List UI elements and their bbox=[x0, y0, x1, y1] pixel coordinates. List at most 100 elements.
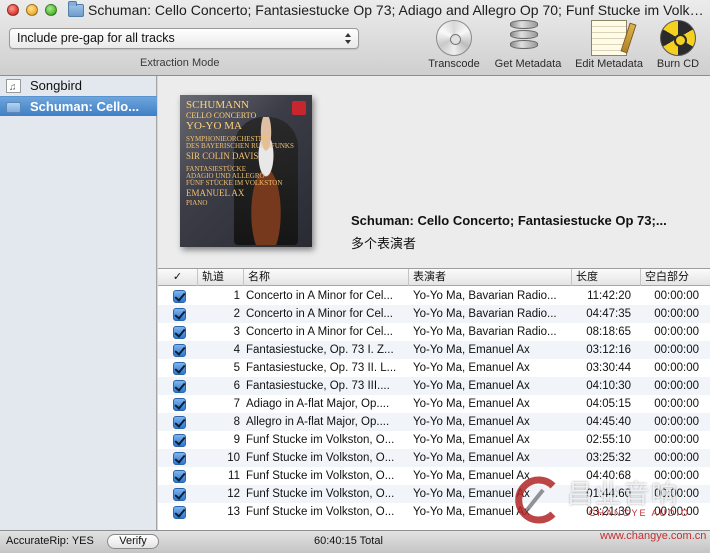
column-header-artist[interactable]: 表演者 bbox=[409, 269, 572, 286]
table-row[interactable]: 5 Fantasiestucke, Op. 73 II. L... Yo-Yo Ma… bbox=[158, 359, 710, 377]
track-pregap: 00:00:00 bbox=[654, 362, 699, 374]
track-checkbox[interactable] bbox=[173, 416, 186, 429]
track-checkbox[interactable] bbox=[173, 326, 186, 339]
sony-logo bbox=[292, 101, 306, 115]
table-row[interactable]: 2 Concerto in A Minor for Cel... Yo-Yo Ma,… bbox=[158, 305, 710, 323]
album-artist: 多个表演者 bbox=[351, 236, 417, 251]
track-length: 04:47:35 bbox=[586, 308, 631, 320]
track-artist: Yo-Yo Ma, Emanuel Ax bbox=[413, 362, 530, 374]
track-checkbox[interactable] bbox=[173, 398, 186, 411]
folder-icon bbox=[6, 102, 21, 113]
track-name: Funf Stucke im Volkston, O... bbox=[246, 470, 395, 482]
track-checkbox[interactable] bbox=[173, 488, 186, 501]
track-checkbox[interactable] bbox=[173, 290, 186, 303]
track-number: 1 bbox=[233, 290, 240, 302]
column-header-pregap[interactable]: 空白部分 bbox=[641, 269, 710, 286]
track-table: ✓ 轨道 名称 表演者 长度 空白部分 1 Concerto in A Minor… bbox=[158, 268, 710, 530]
minimize-window-button[interactable] bbox=[26, 4, 38, 16]
album-cover: SCHUMANN CELLO CONCERTO YO-YO MA SYMPHON… bbox=[180, 95, 312, 247]
track-number: 7 bbox=[233, 398, 240, 410]
sidebar: Songbird Schuman: Cello... bbox=[0, 76, 157, 530]
track-name: Concerto in A Minor for Cel... bbox=[246, 290, 394, 302]
app-window: Schuman: Cello Concerto; Fantasiestucke … bbox=[0, 0, 710, 553]
track-check-cell bbox=[158, 341, 198, 359]
table-row[interactable]: 8 Allegro in A-flat Major, Op.... Yo-Yo Ma… bbox=[158, 413, 710, 431]
track-pregap: 00:00:00 bbox=[654, 290, 699, 302]
table-row[interactable]: 10 Funf Stucke im Volkston, O... Yo-Yo Ma,… bbox=[158, 449, 710, 467]
table-row[interactable]: 9 Funf Stucke im Volkston, O... Yo-Yo Ma, … bbox=[158, 431, 710, 449]
track-checkbox[interactable] bbox=[173, 452, 186, 465]
table-row[interactable]: 12 Funf Stucke im Volkston, O... Yo-Yo Ma,… bbox=[158, 485, 710, 503]
title-toolbar: Schuman: Cello Concerto; Fantasiestucke … bbox=[0, 0, 710, 76]
column-header-length[interactable]: 长度 bbox=[572, 269, 641, 286]
table-row[interactable]: 1 Concerto in A Minor for Cel... Yo-Yo Ma,… bbox=[158, 287, 710, 305]
zoom-window-button[interactable] bbox=[45, 4, 57, 16]
track-checkbox[interactable] bbox=[173, 434, 186, 447]
track-number: 12 bbox=[227, 488, 240, 500]
window-title: Schuman: Cello Concerto; Fantasiestucke … bbox=[88, 2, 704, 18]
track-artist: Yo-Yo Ma, Emanuel Ax bbox=[413, 488, 530, 500]
table-row[interactable]: 13 Funf Stucke im Volkston, O... Yo-Yo Ma,… bbox=[158, 503, 710, 521]
popup-arrows-icon bbox=[345, 32, 352, 45]
track-name: Funf Stucke im Volkston, O... bbox=[246, 506, 395, 518]
track-number: 6 bbox=[233, 380, 240, 392]
close-window-button[interactable] bbox=[7, 4, 19, 16]
get-metadata-button[interactable]: Get Metadata bbox=[490, 20, 566, 70]
extraction-mode-select[interactable]: Include pre-gap for all tracks bbox=[9, 28, 359, 49]
track-number: 13 bbox=[227, 506, 240, 518]
sidebar-item-songbird[interactable]: Songbird bbox=[0, 76, 157, 96]
radiation-icon bbox=[660, 20, 696, 56]
track-checkbox[interactable] bbox=[173, 506, 186, 519]
extraction-mode-label: Extraction Mode bbox=[140, 57, 220, 69]
track-name: Concerto in A Minor for Cel... bbox=[246, 308, 394, 320]
sidebar-item-album[interactable]: Schuman: Cello... bbox=[0, 96, 157, 116]
table-row[interactable]: 7 Adiago in A-flat Major, Op.... Yo-Yo Ma,… bbox=[158, 395, 710, 413]
track-artist: Yo-Yo Ma, Emanuel Ax bbox=[413, 416, 530, 428]
track-name: Funf Stucke im Volkston, O... bbox=[246, 452, 395, 464]
track-artist: Yo-Yo Ma, Emanuel Ax bbox=[413, 434, 530, 446]
transcode-button[interactable]: Transcode bbox=[423, 20, 485, 70]
verify-button[interactable]: Verify bbox=[107, 534, 159, 549]
track-length: 04:40:68 bbox=[586, 470, 631, 482]
track-checkbox[interactable] bbox=[173, 380, 186, 393]
track-checkbox[interactable] bbox=[173, 470, 186, 483]
track-artist: Yo-Yo Ma, Emanuel Ax bbox=[413, 344, 530, 356]
track-check-cell bbox=[158, 359, 198, 377]
sidebar-item-label: Songbird bbox=[30, 78, 83, 93]
column-header-track[interactable]: 轨道 bbox=[198, 269, 244, 286]
track-artist: Yo-Yo Ma, Bavarian Radio... bbox=[413, 326, 557, 338]
track-name: Funf Stucke im Volkston, O... bbox=[246, 488, 395, 500]
track-name: Adiago in A-flat Major, Op.... bbox=[246, 398, 390, 410]
track-length: 11:42:20 bbox=[587, 290, 631, 302]
track-pregap: 00:00:00 bbox=[654, 506, 699, 518]
edit-metadata-button[interactable]: Edit Metadata bbox=[571, 20, 647, 70]
track-name: Fantasiestucke, Op. 73 III.... bbox=[246, 380, 390, 392]
track-pregap: 00:00:00 bbox=[654, 452, 699, 464]
track-pregap: 00:00:00 bbox=[654, 470, 699, 482]
track-number: 5 bbox=[233, 362, 240, 374]
notepad-pencil-icon bbox=[591, 20, 627, 56]
burn-cd-button[interactable]: Burn CD bbox=[652, 20, 704, 70]
track-check-cell bbox=[158, 287, 198, 305]
database-icon bbox=[510, 20, 546, 56]
track-length: 04:45:40 bbox=[586, 416, 631, 428]
track-checkbox[interactable] bbox=[173, 344, 186, 357]
table-row[interactable]: 6 Fantasiestucke, Op. 73 III.... Yo-Yo Ma,… bbox=[158, 377, 710, 395]
table-row[interactable]: 4 Fantasiestucke, Op. 73 I. Z... Yo-Yo Ma,… bbox=[158, 341, 710, 359]
table-row[interactable]: 3 Concerto in A Minor for Cel... Yo-Yo Ma,… bbox=[158, 323, 710, 341]
track-check-cell bbox=[158, 449, 198, 467]
track-artist: Yo-Yo Ma, Bavarian Radio... bbox=[413, 308, 557, 320]
track-checkbox[interactable] bbox=[173, 308, 186, 321]
track-check-cell bbox=[158, 467, 198, 485]
track-artist: Yo-Yo Ma, Emanuel Ax bbox=[413, 452, 530, 464]
sidebar-item-label: Schuman: Cello... bbox=[30, 99, 140, 114]
column-header-check[interactable]: ✓ bbox=[158, 269, 198, 286]
track-pregap: 00:00:00 bbox=[654, 380, 699, 392]
track-number: 8 bbox=[233, 416, 240, 428]
table-row[interactable]: 11 Funf Stucke im Volkston, O... Yo-Yo Ma,… bbox=[158, 467, 710, 485]
track-check-cell bbox=[158, 413, 198, 431]
track-checkbox[interactable] bbox=[173, 362, 186, 375]
track-check-cell bbox=[158, 377, 198, 395]
column-header-name[interactable]: 名称 bbox=[244, 269, 409, 286]
table-header: ✓ 轨道 名称 表演者 长度 空白部分 bbox=[158, 269, 710, 286]
